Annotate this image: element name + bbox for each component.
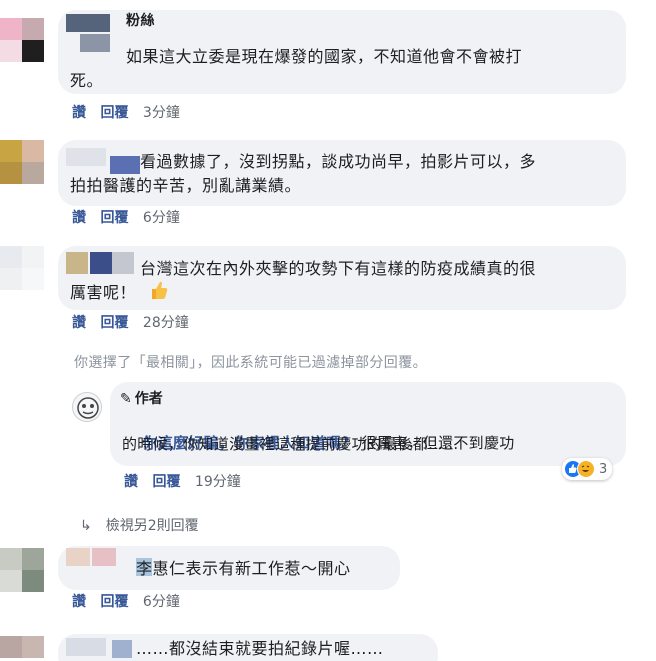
view-more-replies-label: 檢視另2則回覆 [105, 518, 199, 534]
commenter-name-blurred [90, 252, 112, 274]
commenter-name-blurred [112, 640, 132, 658]
like-button[interactable]: 讚 [72, 209, 86, 227]
like-button[interactable]: 讚 [124, 473, 138, 491]
reply-text-line: 的時候，你知道漫畫裡這種提前慶功的最後都…… [122, 435, 459, 453]
avatar[interactable] [0, 548, 44, 592]
reply-button[interactable]: 回覆 [100, 104, 128, 122]
author-avatar[interactable] [72, 392, 102, 422]
author-tag-label: 作者 [134, 391, 163, 407]
haha-reaction-icon [577, 460, 595, 478]
reaction-summary[interactable]: 3 [562, 458, 613, 480]
reaction-count: 3 [599, 461, 608, 477]
timestamp[interactable]: 6分鐘 [143, 209, 180, 227]
thumbs-up-emoji-icon [150, 280, 168, 300]
comment-text-line: 死。 [70, 71, 104, 90]
comment-text: ……都沒結束就要拍紀錄片喔…… [136, 639, 384, 658]
commenter-name-blurred [112, 252, 134, 274]
comment-text-line: 拍拍醫護的辛苦，別亂講業績。 [70, 176, 302, 195]
comment-actions: 讚 回覆 3分鐘 [72, 104, 180, 122]
comment-text-line: 厲害呢！ [70, 283, 137, 302]
reply-button[interactable]: 回覆 [100, 209, 128, 227]
commenter-name-blurred [66, 638, 106, 656]
reply-button[interactable]: 回覆 [100, 314, 128, 332]
author-badge: ✎ 作者 [120, 388, 163, 408]
commenter-name[interactable]: 粉絲 [126, 12, 155, 30]
reply-arrow-icon: ↳ [80, 518, 92, 534]
commenter-name-blurred[interactable] [66, 14, 110, 32]
avatar[interactable] [0, 246, 44, 290]
reply-button[interactable]: 回覆 [152, 473, 180, 491]
reply-button[interactable]: 回覆 [100, 593, 128, 611]
commenter-name-blurred [80, 34, 110, 52]
avatar[interactable] [0, 636, 44, 661]
like-button[interactable]: 讚 [72, 593, 86, 611]
avatar[interactable] [0, 140, 44, 184]
comment-actions: 讚 回覆 6分鐘 [72, 593, 180, 611]
like-button[interactable]: 讚 [72, 314, 86, 332]
view-more-replies-link[interactable]: ↳ 檢視另2則回覆 [80, 515, 199, 535]
timestamp[interactable]: 19分鐘 [195, 473, 241, 491]
timestamp[interactable]: 6分鐘 [143, 593, 180, 611]
comment-text: 李惠仁表示有新工作惹～開心 [136, 559, 351, 578]
filter-note: 你選擇了「最相關」，因此系統可能已過濾掉部分回覆。 [74, 355, 427, 371]
commenter-name-blurred [110, 156, 140, 174]
commenter-name-blurred [66, 548, 90, 566]
comment-text-line: 如果這大立委是現在爆發的國家，不知道他會不會被打 [126, 47, 523, 66]
commenter-name-blurred [92, 548, 116, 566]
like-button[interactable]: 讚 [72, 104, 86, 122]
timestamp[interactable]: 3分鐘 [143, 104, 180, 122]
commenter-name-blurred [66, 252, 88, 274]
commenter-name-blurred [66, 148, 106, 166]
comment-text-line: 台灣這次在內外夾擊的攻勢下有這樣的防疫成績真的很 [140, 259, 537, 278]
avatar[interactable] [0, 18, 44, 62]
reply-actions: 讚 回覆 19分鐘 [124, 473, 241, 491]
comment-actions: 讚 回覆 6分鐘 [72, 209, 180, 227]
comment-actions: 讚 回覆 28分鐘 [72, 314, 189, 332]
pencil-icon: ✎ [120, 391, 132, 407]
comment-text-line: 看過數據了，沒到拐點，談成功尚早，拍影片可以，多 [140, 152, 537, 171]
timestamp[interactable]: 28分鐘 [143, 314, 189, 332]
